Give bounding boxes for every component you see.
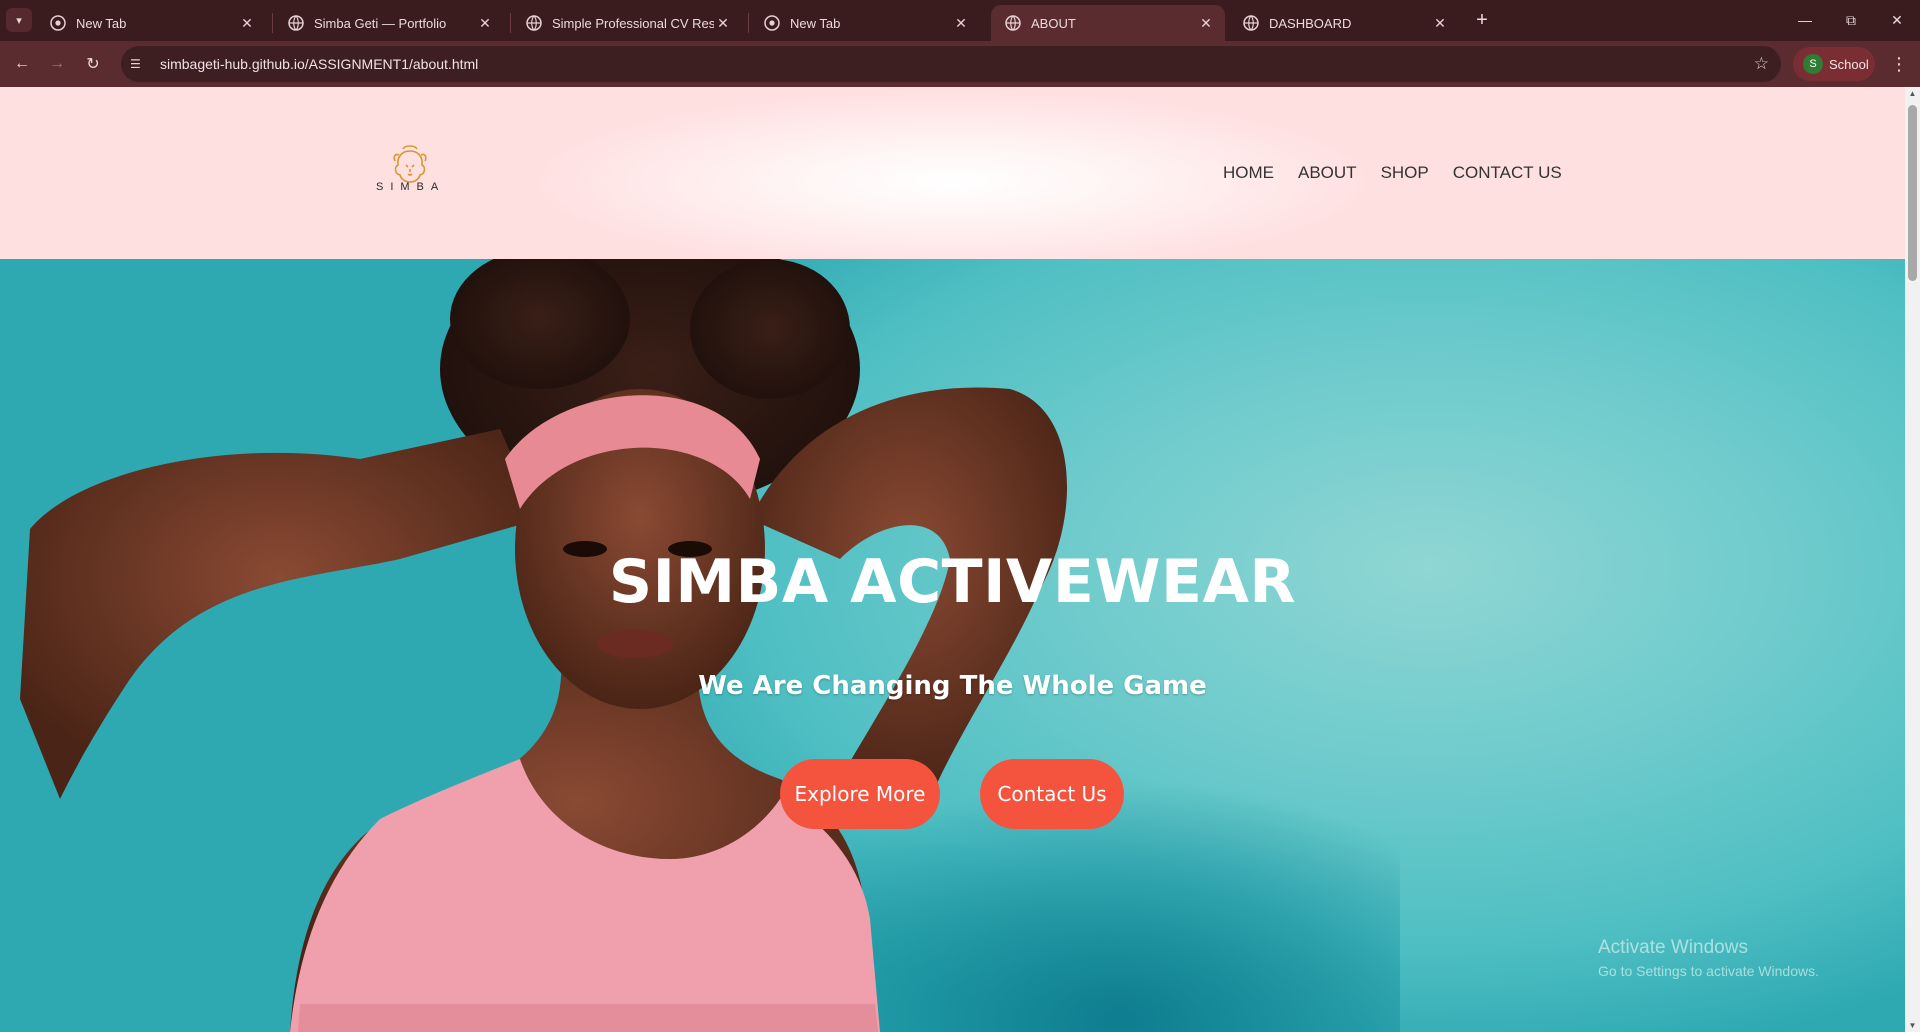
tab-strip: ▾ New Tab ✕ Simba Geti — Portfolio ✕ Sim… (0, 0, 1920, 41)
tab-new-tab-2[interactable]: New Tab ✕ (750, 5, 980, 41)
scroll-down-icon[interactable]: ▼ (1908, 1021, 1917, 1030)
globe-icon (1005, 15, 1021, 31)
close-icon[interactable]: ✕ (1197, 14, 1215, 32)
main-nav: HOME ABOUT SHOP CONTACT US (1223, 163, 1562, 183)
tab-cv-resume[interactable]: Simple Professional CV Resume ✕ (512, 5, 742, 41)
close-icon[interactable]: ✕ (476, 14, 494, 32)
tab-divider (272, 13, 273, 33)
tab-title: New Tab (790, 15, 841, 31)
nav-home[interactable]: HOME (1223, 163, 1274, 183)
explore-more-button[interactable]: Explore More (780, 759, 940, 829)
address-bar[interactable]: ☰ simbageti-hub.github.io/ASSIGNMENT1/ab… (121, 46, 1781, 82)
chrome-icon (50, 15, 66, 31)
watermark-line-2: Go to Settings to activate Windows. (1598, 963, 1819, 979)
chevron-down-icon: ▾ (16, 14, 22, 27)
browser-toolbar: ← → ↻ ☰ simbageti-hub.github.io/ASSIGNME… (0, 41, 1920, 87)
arrow-left-icon: ← (14, 55, 30, 72)
tab-title: ABOUT (1031, 15, 1076, 31)
tab-title: Simba Geti — Portfolio (314, 15, 447, 31)
kebab-menu-icon: ⋮ (1890, 54, 1908, 74)
tab-about[interactable]: ABOUT ✕ (991, 5, 1225, 41)
bookmark-star-icon[interactable]: ☆ (1754, 54, 1769, 74)
profile-button[interactable]: S School (1793, 47, 1875, 81)
tab-search-button[interactable]: ▾ (6, 8, 32, 32)
page-scrollbar[interactable]: ▲ ▼ (1905, 87, 1920, 1032)
site-header: SIMBA HOME ABOUT SHOP CONTACT US (0, 87, 1905, 259)
avatar: S (1803, 54, 1823, 74)
tab-new-tab-1[interactable]: New Tab ✕ (36, 5, 266, 41)
restore-icon: ⧉ (1846, 11, 1856, 28)
hero-title: SIMBA ACTIVEWEAR (608, 547, 1297, 617)
back-button[interactable]: ← (9, 51, 35, 77)
chrome-icon (764, 15, 780, 31)
close-window-button[interactable]: ✕ (1874, 0, 1920, 40)
reload-button[interactable]: ↻ (80, 51, 106, 77)
profile-label: School (1829, 56, 1869, 72)
url-text[interactable]: simbageti-hub.github.io/ASSIGNMENT1/abou… (160, 56, 478, 72)
close-icon: ✕ (1891, 11, 1903, 28)
page-viewport: SIMBA HOME ABOUT SHOP CONTACT US SIMBA A… (0, 87, 1905, 1032)
globe-icon (288, 15, 304, 31)
scrollbar-thumb[interactable] (1908, 105, 1917, 281)
minimize-icon: — (1798, 12, 1812, 28)
site-info-icon[interactable]: ☰ (130, 57, 160, 71)
arrow-right-icon: → (49, 55, 65, 72)
plus-icon: + (1476, 9, 1488, 31)
forward-button[interactable]: → (44, 51, 70, 77)
tab-title: New Tab (76, 15, 127, 31)
tab-dashboard[interactable]: DASHBOARD ✕ (1229, 5, 1459, 41)
nav-shop[interactable]: SHOP (1381, 163, 1429, 183)
scroll-up-icon[interactable]: ▲ (1908, 89, 1917, 98)
close-icon[interactable]: ✕ (714, 14, 732, 32)
tab-portfolio[interactable]: Simba Geti — Portfolio ✕ (274, 5, 504, 41)
tab-title: Simple Professional CV Resume (552, 15, 714, 31)
contact-us-button[interactable]: Contact Us (980, 759, 1124, 829)
globe-icon (1243, 15, 1259, 31)
tab-divider (748, 13, 749, 33)
logo-wordmark: SIMBA (376, 181, 446, 193)
close-icon[interactable]: ✕ (1431, 14, 1449, 32)
hero-section: SIMBA ACTIVEWEAR We Are Changing The Who… (0, 259, 1905, 1032)
hero-model-image (20, 259, 1068, 1032)
hero-subtitle: We Are Changing The Whole Game (698, 671, 1207, 701)
tab-title: DASHBOARD (1269, 15, 1352, 31)
new-tab-button[interactable]: + (1470, 9, 1494, 33)
close-icon[interactable]: ✕ (238, 14, 256, 32)
tab-divider (510, 13, 511, 33)
restore-button[interactable]: ⧉ (1828, 0, 1874, 40)
close-icon[interactable]: ✕ (952, 14, 970, 32)
nav-contact-us[interactable]: CONTACT US (1453, 163, 1562, 183)
globe-icon (526, 15, 542, 31)
minimize-button[interactable]: — (1782, 0, 1828, 40)
nav-about[interactable]: ABOUT (1298, 163, 1357, 183)
reload-icon: ↻ (86, 56, 100, 73)
windows-activation-watermark: Activate Windows Go to Settings to activ… (1598, 937, 1819, 979)
browser-menu-button[interactable]: ⋮ (1887, 51, 1911, 77)
watermark-line-1: Activate Windows (1598, 937, 1748, 958)
